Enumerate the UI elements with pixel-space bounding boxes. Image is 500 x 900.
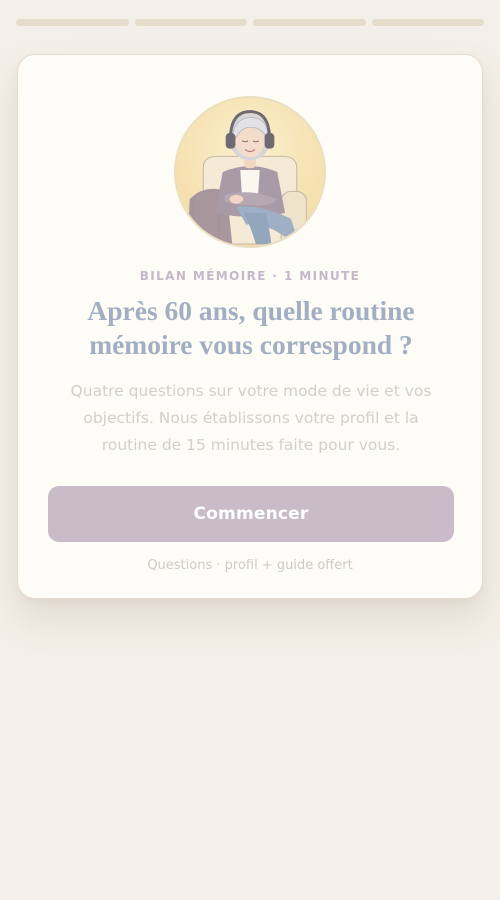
intro-description-line-2: objectifs. Nous établissons votre profil… <box>83 409 419 427</box>
intro-description: Quatre questions sur votre mode de vie e… <box>44 378 458 459</box>
quiz-intro-screen: BILAN MÉMOIRE · 1 MINUTE Après 60 ans, q… <box>0 0 500 900</box>
page-title-line-1: Après 60 ans, quelle routine <box>87 295 415 326</box>
page-title-line-2: mémoire vous correspond ? <box>89 329 413 360</box>
footnote-text: Questions · profil + guide offert <box>147 558 353 573</box>
progress-segment-4 <box>371 19 484 26</box>
quiz-eyebrow-label: BILAN MÉMOIRE · 1 MINUTE <box>139 269 361 283</box>
intro-description-line-1: Quatre questions sur votre mode de vie e… <box>70 382 432 400</box>
avatar-drawing <box>176 98 324 246</box>
intro-description-line-3: routine de 15 minutes faite pour vous. <box>101 436 401 454</box>
page-title: Après 60 ans, quelle routine mémoire vou… <box>42 294 460 362</box>
intro-card: BILAN MÉMOIRE · 1 MINUTE Après 60 ans, q… <box>17 54 483 599</box>
progress-segment-2 <box>134 19 247 26</box>
progress-bar <box>16 19 484 26</box>
progress-segment-1 <box>16 19 129 26</box>
progress-segment-3 <box>253 19 366 26</box>
senior-woman-avatar-illustration <box>174 96 326 248</box>
start-button[interactable]: Commencer <box>48 486 454 542</box>
